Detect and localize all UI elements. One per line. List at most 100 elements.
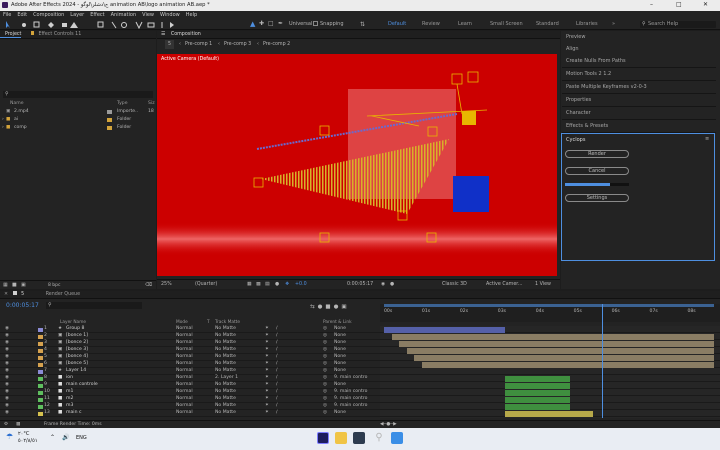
mode-select[interactable]: Normal: [176, 347, 193, 354]
parent-select[interactable]: 9. main contro: [334, 396, 367, 403]
trash-icon[interactable]: ⌫: [145, 282, 152, 288]
layer-row[interactable]: ◉ 11 ■ m2 Normal No Matte ✶ ∕ ◎ 9. main contro: [0, 396, 380, 403]
layer-duration-bar[interactable]: [505, 382, 570, 389]
quality-icon[interactable]: ∕: [276, 333, 278, 340]
label-swatch[interactable]: [38, 390, 43, 395]
tab-project[interactable]: Project: [0, 32, 22, 38]
maximize-icon[interactable]: □: [676, 1, 682, 8]
eye-icon[interactable]: ◉: [5, 354, 9, 361]
breadcrumb-item[interactable]: Pre-comp 3: [224, 40, 251, 49]
parent-select[interactable]: None: [334, 382, 346, 389]
tab-timeline-5[interactable]: 5: [21, 292, 24, 297]
layer-duration-bar[interactable]: [421, 361, 714, 368]
switches-icon[interactable]: ✶: [265, 389, 269, 396]
label-swatch[interactable]: [38, 348, 43, 353]
cancel-button[interactable]: Cancel: [565, 167, 629, 175]
universal-label[interactable]: Universal: [289, 21, 312, 27]
snapping-checkbox[interactable]: [313, 21, 318, 26]
list-item[interactable]: › ■ ai Folder: [0, 117, 156, 123]
eye-icon[interactable]: ◉: [5, 389, 9, 396]
eye-icon[interactable]: ◉: [5, 326, 9, 333]
label-swatch[interactable]: [107, 110, 112, 114]
label-swatch[interactable]: [38, 334, 43, 339]
layer-duration-bar[interactable]: [505, 375, 570, 382]
tab-render-queue[interactable]: Render Queue: [46, 292, 80, 297]
chevron-right-icon[interactable]: ›: [2, 117, 4, 123]
switches-icon[interactable]: ✶: [265, 410, 269, 417]
exposure-value[interactable]: +0.0: [295, 280, 307, 290]
layer-duration-bar[interactable]: [391, 333, 714, 340]
parent-select[interactable]: None: [334, 340, 346, 347]
breadcrumb-item[interactable]: 5: [165, 40, 175, 49]
minimize-icon[interactable]: –: [650, 1, 653, 8]
mode-select[interactable]: Normal: [176, 340, 193, 347]
after-effects-taskbar-icon[interactable]: [317, 432, 329, 444]
panel-paste-multiple-keyframes[interactable]: Paste Multiple Keyframes v2-0-3: [562, 81, 716, 94]
pickwhip-icon[interactable]: ◎: [323, 368, 327, 375]
track-matte-select[interactable]: No Matte: [215, 326, 236, 333]
snapshot-icon[interactable]: ◉: [381, 280, 385, 290]
pickwhip-icon[interactable]: ◎: [323, 396, 327, 403]
menu-effect[interactable]: Effect: [87, 11, 107, 19]
parent-select[interactable]: 9. main contro: [334, 375, 367, 382]
panel-menu-icon[interactable]: ≡: [705, 136, 709, 142]
label-swatch[interactable]: [38, 355, 43, 360]
eye-icon[interactable]: ◉: [5, 410, 9, 417]
eye-icon[interactable]: ◉: [5, 403, 9, 410]
track-matte-select[interactable]: No Matte: [215, 333, 236, 340]
label-swatch[interactable]: [38, 397, 43, 402]
switches-icon[interactable]: ✶: [265, 368, 269, 375]
time-ruler[interactable]: 00s 01s 02s 03s 04s 05s 06s 07s 08s: [380, 304, 720, 322]
mode-select[interactable]: Normal: [176, 333, 193, 340]
layer-row[interactable]: ◉ 12 ■ m3 Normal No Matte ✶ ∕ ◎ 9. main contro: [0, 403, 380, 410]
pickwhip-icon[interactable]: ◎: [323, 410, 327, 417]
track-matte-select[interactable]: No Matte: [215, 347, 236, 354]
parent-select[interactable]: None: [334, 333, 346, 340]
layer-row[interactable]: ◉ 9 ■ main controle Normal No Matte ✶ ∕ ◎ None: [0, 382, 380, 389]
mode-select[interactable]: Normal: [176, 361, 193, 368]
project-search-input[interactable]: ⚲: [3, 91, 153, 98]
pickwhip-icon[interactable]: ◎: [323, 389, 327, 396]
mode-select[interactable]: Normal: [176, 368, 193, 375]
composition-viewer[interactable]: Active Camera (Default): [157, 54, 557, 276]
switches-icon[interactable]: ✶: [265, 375, 269, 382]
workspace-learn[interactable]: Learn: [458, 21, 472, 27]
chevron-up-icon[interactable]: ⌃: [50, 434, 55, 441]
layer-row[interactable]: ◉ 6 ▣ [bonce 5] Normal No Matte ✶ ∕ ◎ None: [0, 361, 380, 368]
layer-duration-bar[interactable]: [505, 389, 570, 396]
quality-icon[interactable]: ∕: [276, 340, 278, 347]
label-swatch[interactable]: [107, 126, 112, 130]
switches-icon[interactable]: ✶: [265, 403, 269, 410]
transparency-grid-icon[interactable]: ▩: [256, 280, 261, 290]
volume-icon[interactable]: 🔊: [62, 434, 69, 441]
track-matte-select[interactable]: No Matte: [215, 389, 236, 396]
close-icon[interactable]: ✕: [703, 1, 708, 8]
parent-select[interactable]: None: [334, 361, 346, 368]
close-tab-icon[interactable]: ✕: [0, 292, 8, 297]
menu-help[interactable]: Help: [183, 11, 200, 19]
mode-select[interactable]: Normal: [176, 382, 193, 389]
eye-icon[interactable]: ◉: [5, 361, 9, 368]
mode-select[interactable]: Normal: [176, 396, 193, 403]
renderer-select[interactable]: Classic 3D: [442, 280, 467, 290]
chevron-right-icon[interactable]: ›: [2, 125, 4, 131]
selection-tool-icon[interactable]: ▲: [250, 20, 255, 28]
menu-window[interactable]: Window: [157, 11, 183, 19]
eye-icon[interactable]: ◉: [5, 375, 9, 382]
track-matte-select[interactable]: No Matte: [215, 354, 236, 361]
pickwhip-icon[interactable]: ◎: [323, 403, 327, 410]
track-matte-select[interactable]: No Matte: [215, 403, 236, 410]
track-matte-select[interactable]: No Matte: [215, 361, 236, 368]
switches-icon[interactable]: ✶: [265, 340, 269, 347]
panel-effects-presets[interactable]: Effects & Presets: [562, 120, 716, 133]
parent-select[interactable]: None: [334, 410, 346, 417]
views-select[interactable]: 1 View: [535, 280, 551, 290]
workspace-standard[interactable]: Standard: [536, 21, 559, 27]
eye-icon[interactable]: ◉: [5, 340, 9, 347]
timeline-search-input[interactable]: ⚲: [46, 302, 142, 309]
layer-row[interactable]: ◉ 3 ▣ [bonce 2] Normal No Matte ✶ ∕ ◎ None: [0, 340, 380, 347]
zoom-select[interactable]: 25%: [161, 280, 172, 290]
pen-tool-icon[interactable]: ✒: [278, 20, 283, 27]
eye-icon[interactable]: ◉: [5, 396, 9, 403]
mode-select[interactable]: Normal: [176, 389, 193, 396]
